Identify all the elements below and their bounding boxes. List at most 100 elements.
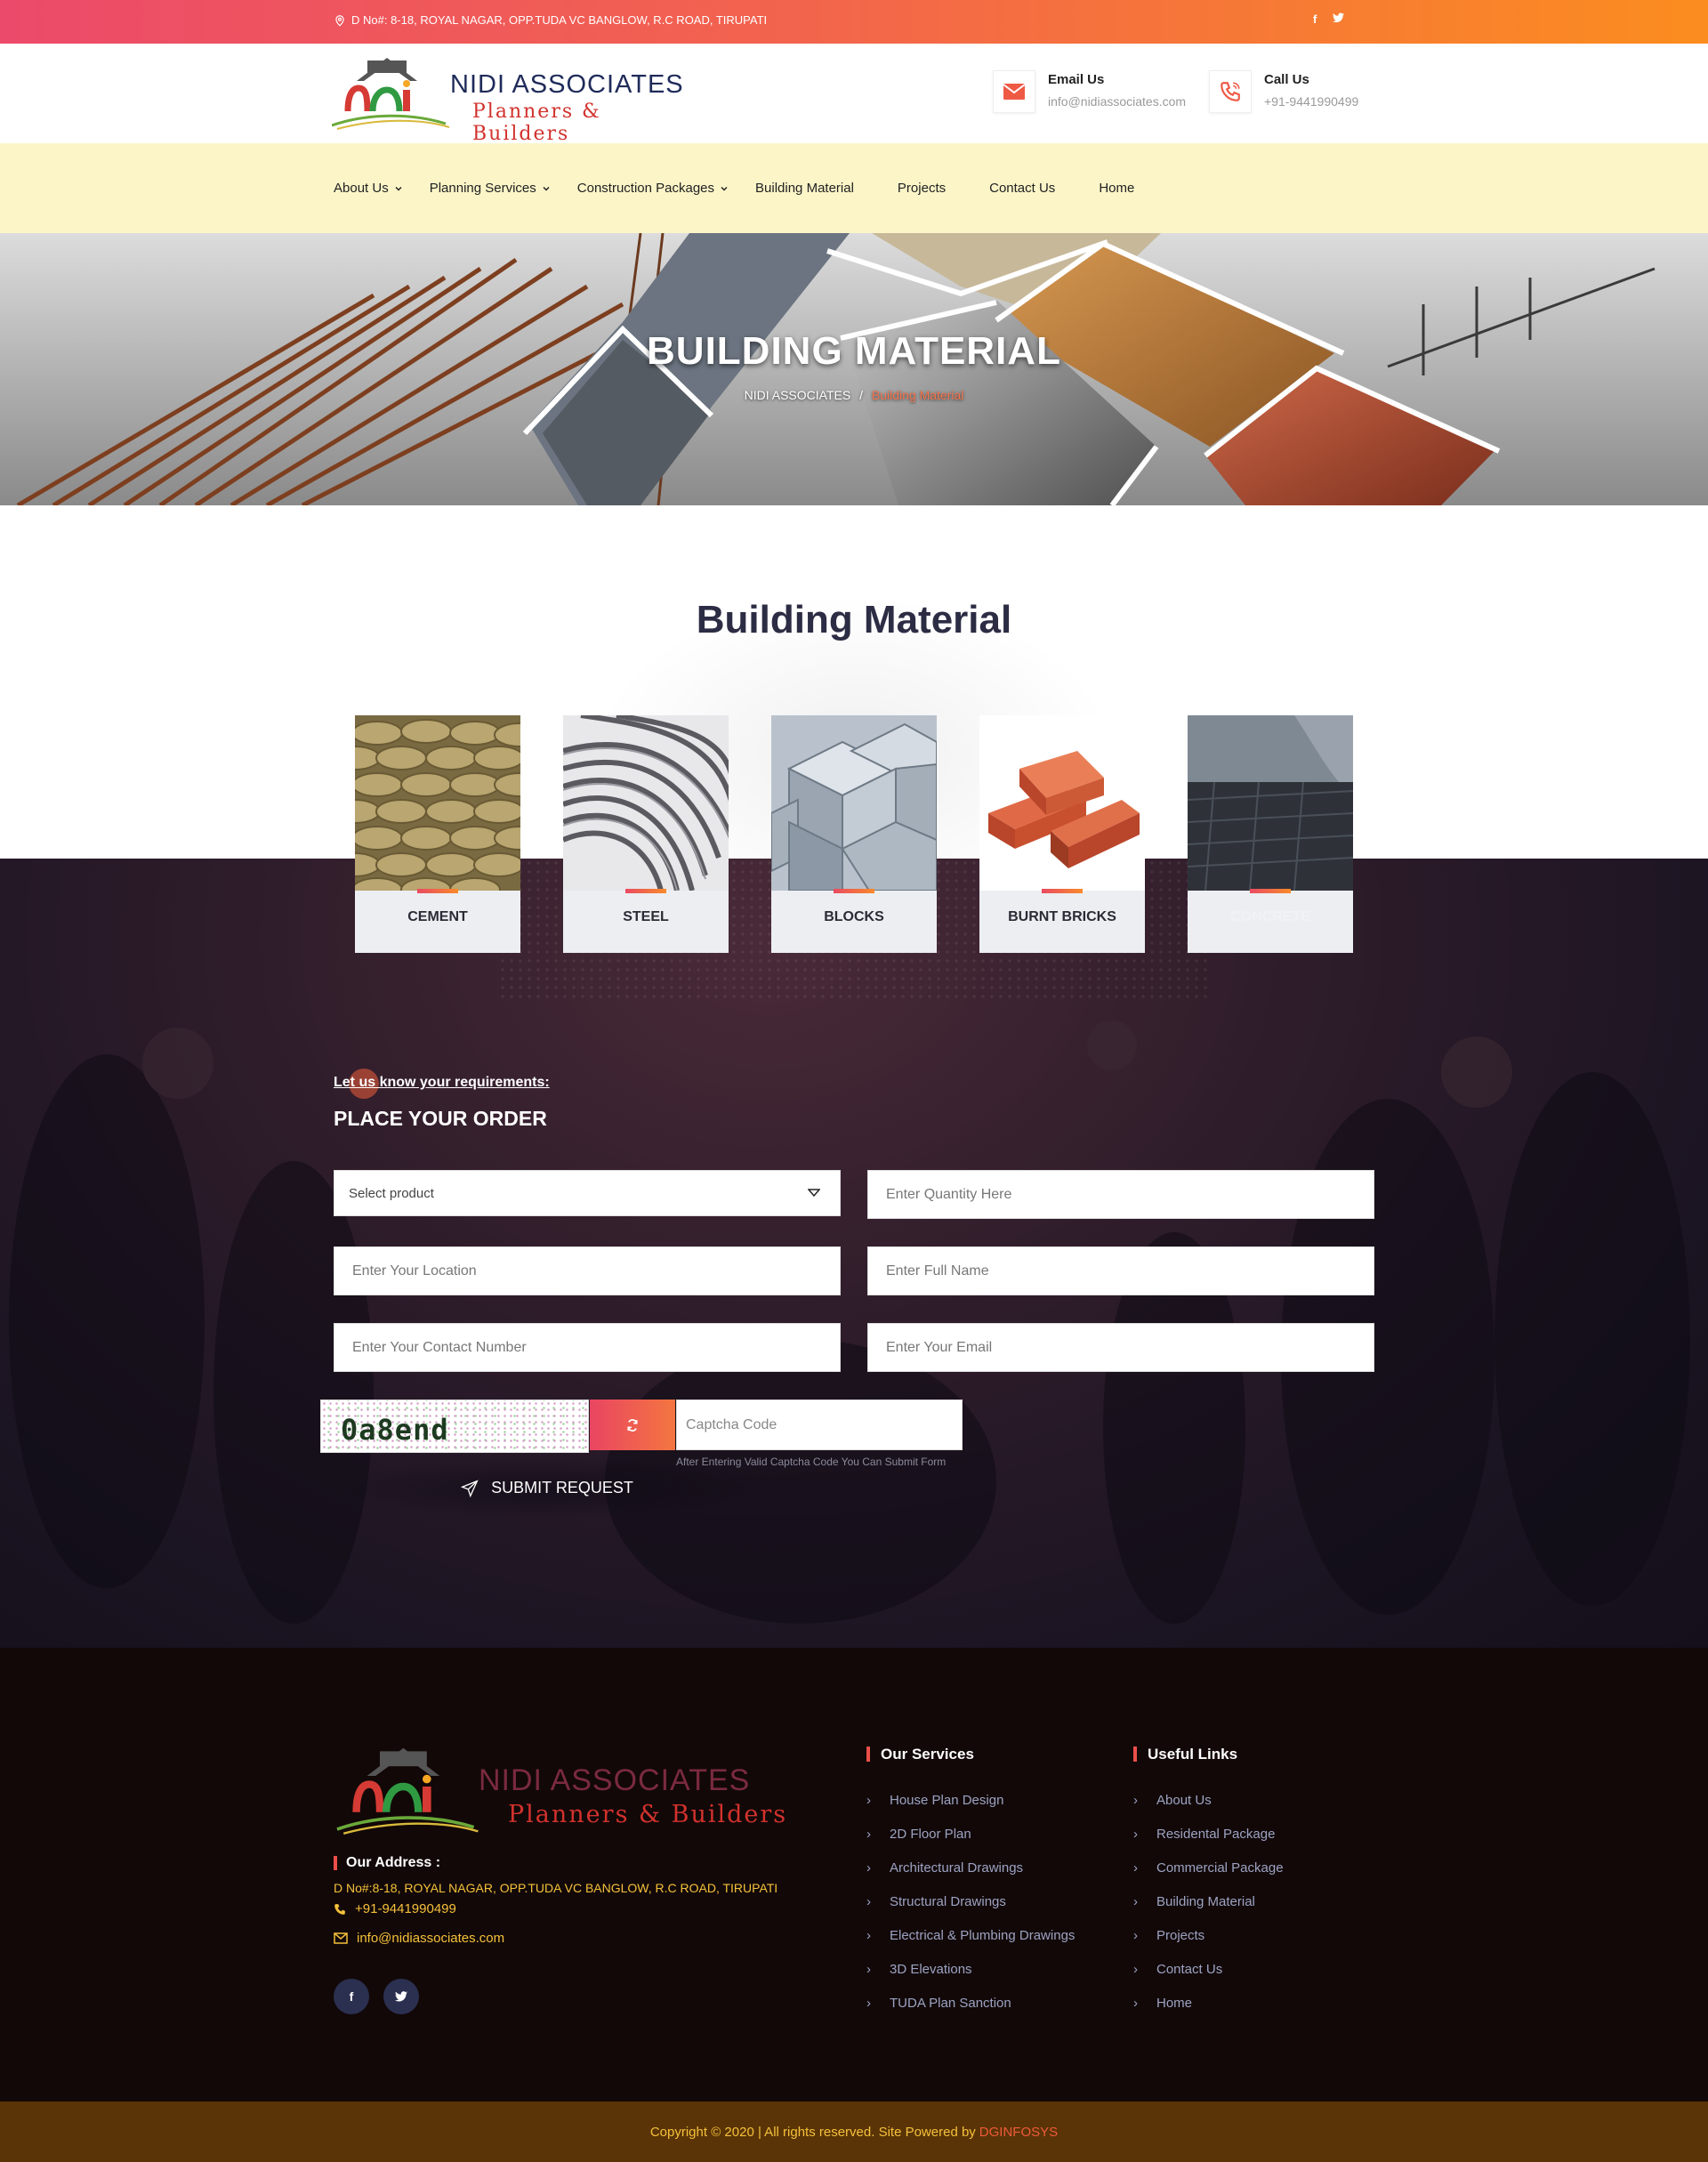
useful-link-label: Home (1156, 1996, 1193, 2011)
order-title: PLACE YOUR ORDER (334, 1107, 547, 1130)
nav-item-building-material[interactable]: Building Material (755, 181, 854, 196)
material-name: BLOCKS (824, 909, 884, 924)
footer-twitter-icon[interactable] (383, 1979, 419, 2014)
footer-facebook-icon[interactable]: f (334, 1979, 369, 2014)
service-link[interactable]: › Structural Drawings (866, 1894, 1075, 1928)
useful-link[interactable]: › Commercial Package (1133, 1860, 1284, 1894)
card-accent-bar (1250, 889, 1291, 893)
breadcrumb: NIDI ASSOCIATES / Building Material (0, 388, 1708, 402)
useful-link[interactable]: › Residental Package (1133, 1827, 1284, 1860)
quantity-input[interactable]: Enter Quantity Here (867, 1170, 1374, 1219)
footer-logo[interactable]: NIDI ASSOCIATES Planners & Builders (332, 1744, 794, 1840)
steel-image (563, 715, 729, 891)
card-accent-bar (625, 889, 666, 893)
powered-by-link[interactable]: DGINFOSYS (979, 2125, 1058, 2140)
copyright-bar: Copyright © 2020 | All rights reserved. … (0, 2101, 1708, 2162)
material-card-concrete[interactable]: CONCRETE (1188, 715, 1353, 953)
captcha-input[interactable]: Captcha Code (676, 1400, 963, 1450)
useful-link[interactable]: › About Us (1133, 1793, 1284, 1827)
material-card-blocks[interactable]: BLOCKS (771, 715, 937, 953)
captcha-text: 0a8end (341, 1413, 449, 1447)
contact-number-input[interactable]: Enter Your Contact Number (334, 1323, 841, 1372)
twitter-icon[interactable] (1333, 12, 1345, 26)
captcha-image: 0a8end (320, 1400, 589, 1453)
useful-link-label: About Us (1156, 1793, 1212, 1808)
service-link[interactable]: › 2D Floor Plan (866, 1827, 1075, 1860)
facebook-icon[interactable]: f (1313, 12, 1317, 26)
submit-request-button[interactable]: SUBMIT REQUEST (342, 1459, 752, 1517)
nav-item-planning-services[interactable]: Planning Services (430, 181, 551, 196)
captcha-refresh-button[interactable] (590, 1400, 675, 1450)
services-heading: Our Services (866, 1747, 974, 1762)
nav-item-construction-packages[interactable]: Construction Packages (577, 181, 729, 196)
order-section: Let us know your requirements: PLACE YOU… (0, 859, 1708, 1648)
nav-item-contact-us[interactable]: Contact Us (989, 181, 1055, 196)
material-card-steel[interactable]: STEEL (563, 715, 729, 953)
envelope-icon (993, 70, 1035, 113)
logo-brand: NIDI ASSOCIATES (450, 70, 684, 99)
breadcrumb-home[interactable]: NIDI ASSOCIATES (745, 388, 851, 402)
materials-title: Building Material (696, 598, 1012, 641)
full-name-input[interactable]: Enter Full Name (867, 1246, 1374, 1295)
card-accent-bar (417, 889, 458, 893)
location-input[interactable]: Enter Your Location (334, 1246, 841, 1295)
blocks-image (771, 715, 937, 891)
phone-contact[interactable]: Call Us +91-9441990499 (1209, 70, 1358, 113)
service-link[interactable]: › Architectural Drawings (866, 1860, 1075, 1894)
service-link[interactable]: › Electrical & Plumbing Drawings (866, 1928, 1075, 1962)
order-pretitle: Let us know your requirements: (334, 1075, 550, 1090)
logo-tagline: Planners & Builders (472, 101, 601, 145)
service-link-label: House Plan Design (890, 1793, 1004, 1808)
chevron-right-icon: › (866, 1827, 871, 1842)
nav-item-about-us[interactable]: About Us (334, 181, 403, 196)
footer-email[interactable]: info@nidiassociates.com (334, 1931, 504, 1946)
chevron-right-icon: › (1133, 1962, 1138, 1977)
email-value[interactable]: info@nidiassociates.com (1048, 94, 1186, 109)
useful-link[interactable]: › Home (1133, 1996, 1284, 2029)
service-link[interactable]: › TUDA Plan Sanction (866, 1996, 1075, 2029)
footer-phone[interactable]: +91-9441990499 (334, 1901, 456, 1916)
service-link-label: Architectural Drawings (890, 1860, 1024, 1876)
chevron-right-icon: › (866, 1996, 871, 2011)
services-list: › House Plan Design › 2D Floor Plan › Archi… (866, 1793, 1075, 2029)
chevron-right-icon: › (866, 1894, 871, 1909)
phone-value[interactable]: +91-9441990499 (1264, 94, 1358, 109)
nav-item-label: Construction Packages (576, 181, 715, 196)
service-link[interactable]: › House Plan Design (866, 1793, 1075, 1827)
material-card-burnt-bricks[interactable]: BURNT BRICKS (979, 715, 1145, 953)
service-link-label: Structural Drawings (890, 1894, 1006, 1909)
card-accent-bar (1042, 889, 1083, 893)
concrete-image (1188, 715, 1353, 891)
chevron-down-icon (721, 186, 728, 191)
nav-item-label: Home (1099, 181, 1135, 196)
page-title: BUILDING MATERIAL (647, 329, 1061, 373)
useful-link-label: Commercial Package (1156, 1860, 1284, 1876)
nav-item-label: Projects (897, 181, 947, 196)
useful-link[interactable]: › Projects (1133, 1928, 1284, 1962)
nav-item-home[interactable]: Home (1099, 181, 1134, 196)
caret-down-icon (808, 1189, 820, 1198)
site-logo[interactable]: NIDI ASSOCIATES Planners & Builders (332, 54, 688, 145)
footer-address: D No#:8-18, ROYAL NAGAR, OPP.TUDA VC BAN… (334, 1881, 778, 1895)
card-accent-bar (834, 889, 874, 893)
phone-icon (1209, 70, 1252, 113)
material-card-cement[interactable]: CEMENT (355, 715, 520, 953)
service-link[interactable]: › 3D Elevations (866, 1962, 1075, 1996)
email-input[interactable]: Enter Your Email (867, 1323, 1374, 1372)
nav-item-projects[interactable]: Projects (898, 181, 946, 196)
email-contact[interactable]: Email Us info@nidiassociates.com (993, 70, 1186, 113)
twitter-glyph (395, 1991, 407, 2002)
useful-link[interactable]: › Building Material (1133, 1894, 1284, 1928)
logo-house-icon (332, 58, 450, 130)
service-link-label: 3D Elevations (890, 1962, 972, 1977)
footer-email-text: info@nidiassociates.com (357, 1931, 505, 1946)
useful-link[interactable]: › Contact Us (1133, 1962, 1284, 1996)
footer-phone-text: +91-9441990499 (355, 1901, 456, 1916)
material-name: CONCRETE (1230, 909, 1310, 924)
useful-link-label: Residental Package (1156, 1827, 1276, 1842)
order-background-image (9, 1020, 1690, 1624)
material-name: BURNT BRICKS (1008, 909, 1116, 924)
nav-item-label: Building Material (755, 181, 854, 196)
email-label: Email Us (1048, 72, 1105, 87)
product-select[interactable]: Select product (334, 1170, 841, 1216)
